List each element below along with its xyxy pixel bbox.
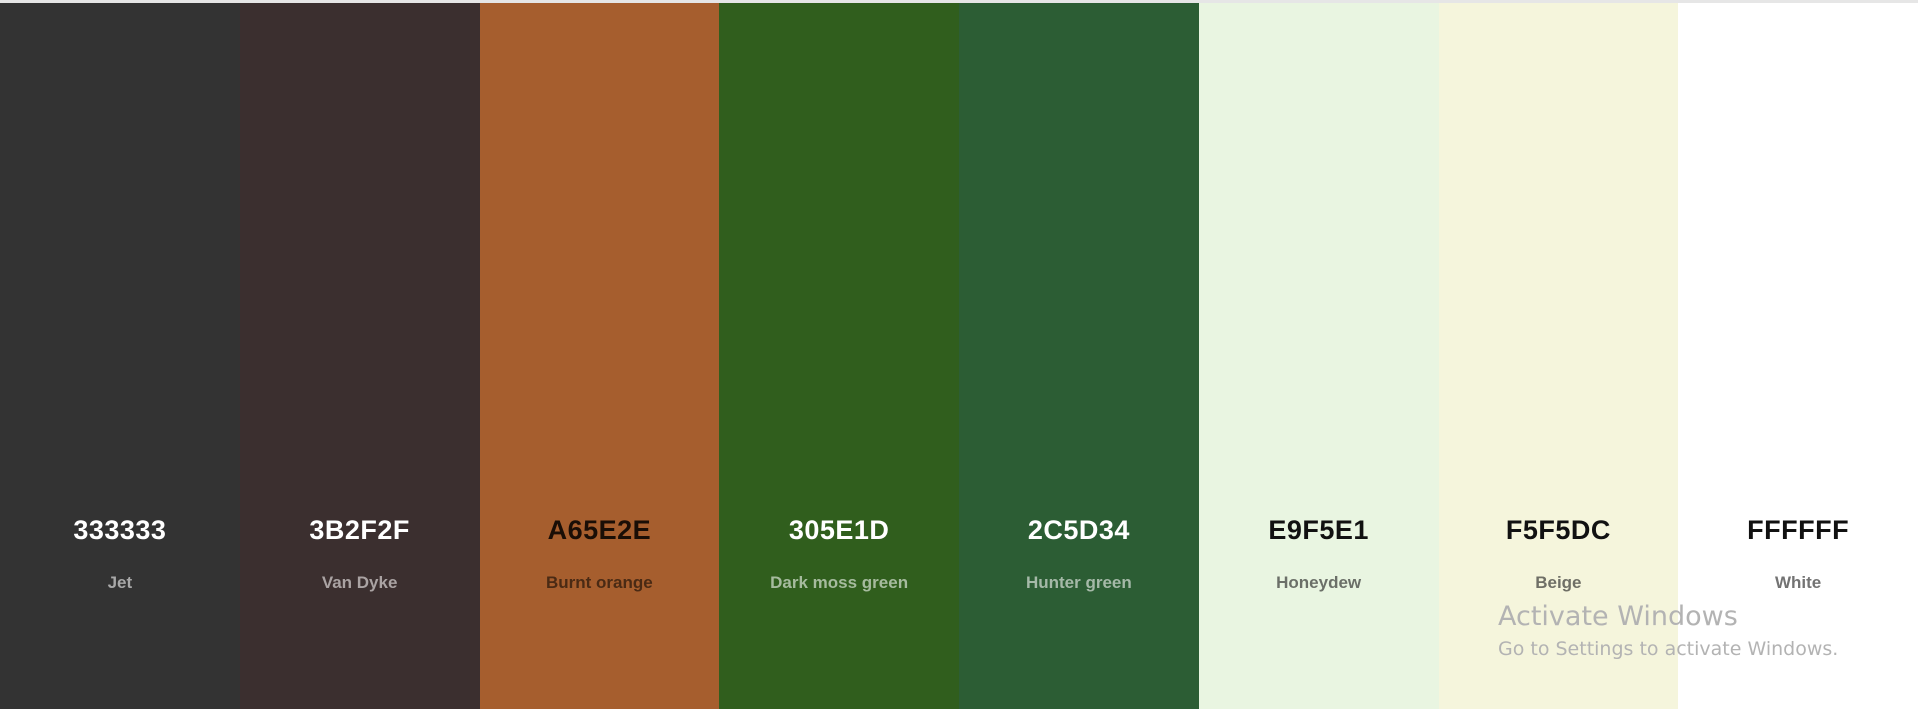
- color-swatch-dark-moss-green[interactable]: 305E1D Dark moss green: [719, 3, 959, 709]
- swatch-color-name: Burnt orange: [546, 573, 653, 592]
- swatch-color-name: Hunter green: [1025, 573, 1132, 592]
- swatch-color-name: Jet: [107, 573, 133, 592]
- swatch-hex-code: 333333: [73, 515, 167, 545]
- color-swatch-van-dyke[interactable]: 3B2F2F Van Dyke: [239, 3, 480, 709]
- swatch-hex-code: E9F5E1: [1268, 515, 1369, 545]
- activate-windows-watermark: Activate Windows Go to Settings to activ…: [1498, 600, 1838, 664]
- swatch-hex-code: F5F5DC: [1505, 515, 1611, 545]
- swatch-color-name: White: [1774, 573, 1822, 592]
- swatch-color-name: Van Dyke: [321, 573, 398, 592]
- color-swatch-honeydew[interactable]: E9F5E1 Honeydew: [1198, 3, 1439, 709]
- watermark-subtitle: Go to Settings to activate Windows.: [1498, 638, 1839, 660]
- swatch-hex-code: A65E2E: [547, 515, 652, 545]
- swatch-hex-code: 305E1D: [788, 515, 890, 545]
- swatch-hex-code: 2C5D34: [1027, 515, 1130, 545]
- swatch-hex-code: 3B2F2F: [309, 515, 410, 545]
- color-swatch-jet[interactable]: 333333 Jet: [0, 3, 240, 709]
- color-swatch-hunter-green[interactable]: 2C5D34 Hunter green: [959, 3, 1199, 709]
- swatch-color-name: Dark moss green: [770, 573, 909, 592]
- color-swatch-burnt-orange[interactable]: A65E2E Burnt orange: [479, 3, 720, 709]
- swatch-color-name: Beige: [1535, 573, 1582, 592]
- swatch-color-name: Honeydew: [1276, 573, 1362, 592]
- watermark-title: Activate Windows: [1498, 601, 1738, 632]
- swatch-hex-code: FFFFFF: [1747, 515, 1850, 545]
